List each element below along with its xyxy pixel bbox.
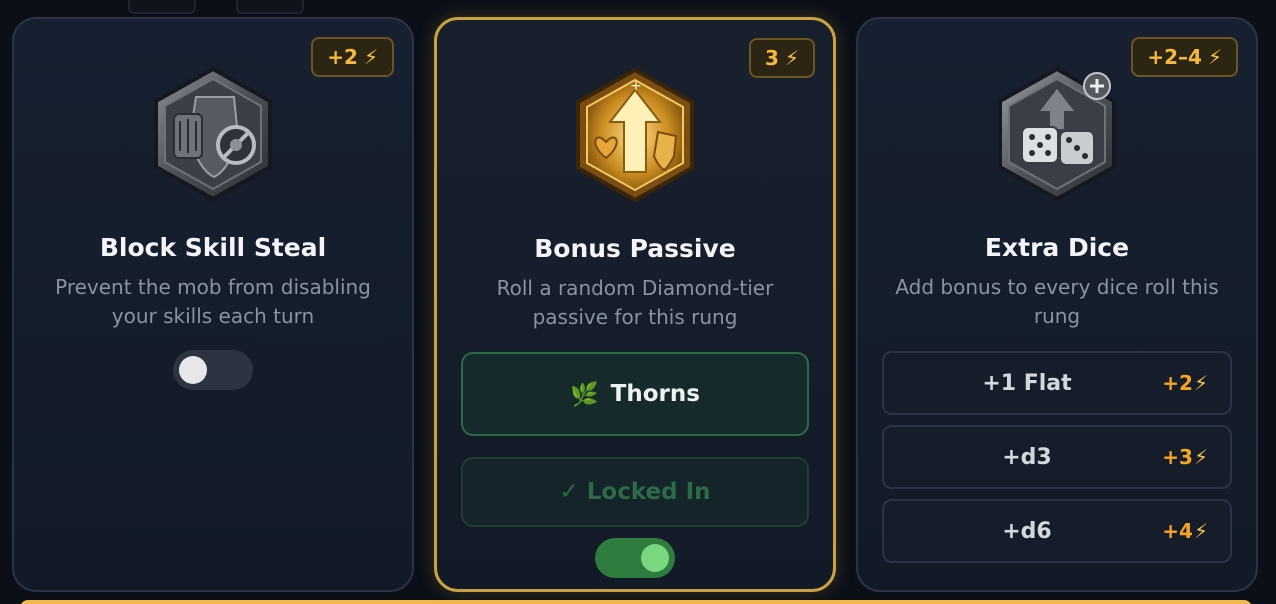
bottom-action-bar[interactable] [20,600,1252,604]
card-title: Extra Dice [984,233,1130,262]
dice-plus-icon [982,59,1132,209]
dice-option[interactable]: +1 Flat +2 ⚡ [882,351,1232,415]
card-description: Roll a random Diamond-tier passive for t… [496,276,774,329]
dice-option-label: +d6 [1002,518,1052,544]
dice-option-label: +d3 [1002,444,1052,470]
card-extra-dice[interactable]: +2–4 ⚡ Extra Dice Add bonus to every dic… [856,17,1258,592]
shield-gauntlet-skull-icon [138,59,288,209]
locked-in-button[interactable]: ✓ Locked In [461,457,809,527]
energy-icon: ⚡ [1193,519,1208,543]
card-title: Bonus Passive [534,234,736,263]
dice-option[interactable]: +d3 +3 ⚡ [882,425,1232,489]
dice-option-cost-value: +3 [1162,445,1193,469]
cost-value: +2 [327,45,358,69]
card-description: Add bonus to every dice roll this rung [895,275,1219,328]
cost-badge: 3 ⚡ [749,38,815,78]
dice-option-label: +1 Flat [982,370,1072,396]
card-block-skill-steal[interactable]: +2 ⚡ Block Skill Steal Prevent the mob f… [12,17,414,592]
energy-icon: ⚡ [1193,445,1208,469]
enable-toggle[interactable] [173,350,253,390]
energy-icon: ⚡ [784,46,799,70]
dice-option-cost-value: +4 [1162,519,1193,543]
card-title: Block Skill Steal [99,233,327,262]
cost-value: +2–4 [1147,45,1202,69]
cost-badge: +2 ⚡ [311,37,394,77]
toggle-knob [641,544,669,572]
energy-icon: ⚡ [1207,45,1222,69]
leaf-icon: 🌿 [570,381,599,408]
toggle-knob [179,356,207,384]
dice-option-cost-value: +2 [1162,371,1193,395]
dice-option-cost: +2 ⚡ [1162,353,1208,413]
energy-icon: ⚡ [363,45,378,69]
passive-name: Thorns [610,381,700,407]
rolled-passive: 🌿 Thorns [461,352,809,436]
energy-icon: ⚡ [1193,371,1208,395]
dice-option-cost: +4 ⚡ [1162,501,1208,561]
cost-value: 3 [765,46,779,70]
cost-badge: +2–4 ⚡ [1131,37,1238,77]
gold-arrow-heart-shield-icon: + [560,60,710,210]
dice-option[interactable]: +d6 +4 ⚡ [882,499,1232,563]
card-description: Prevent the mob from disabling your skil… [55,275,371,328]
svg-text:+: + [630,78,642,94]
dice-option-cost: +3 ⚡ [1162,427,1208,487]
enable-toggle[interactable] [595,538,675,578]
background-tab [128,0,196,14]
background-tab [236,0,304,14]
card-bonus-passive[interactable]: 3 ⚡ + Bonus Passive Roll a random Diamon… [434,17,836,592]
